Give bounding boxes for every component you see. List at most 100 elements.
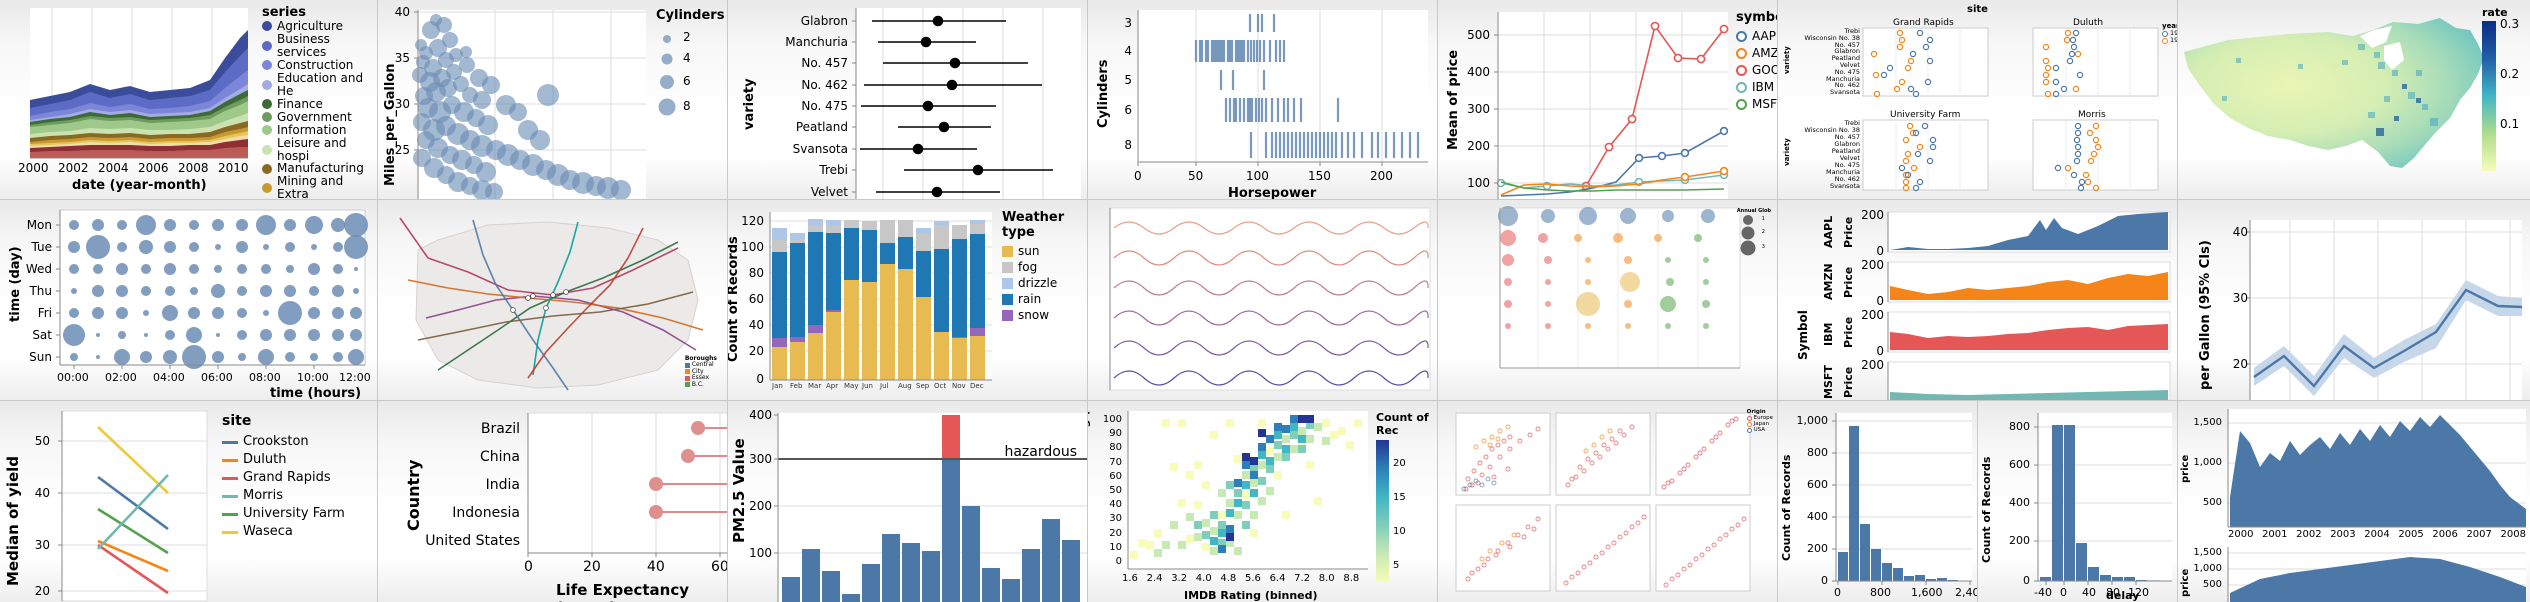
x-tick-list: 2000 2001 2002 2003 2004 2005 2006 2007 … <box>2228 529 2526 540</box>
xtick: 3.2 <box>1171 573 1188 584</box>
chart-punchcard-github[interactable]: Mon Tue Wed Thu Fri Sat Sun time (day) 0… <box>0 200 378 400</box>
legend-item[interactable]: sun <box>1002 245 1087 258</box>
legend-item[interactable]: 1 <box>1737 214 1771 226</box>
chart-dumbbell-life-expectancy[interactable]: Brazil China India Indonesia United Stat… <box>378 401 728 602</box>
y-axis-label: Median of yield <box>4 455 22 586</box>
chart-trellis-barley-sites[interactable]: site Grand Rapids Duluth University Farm… <box>1778 0 2178 199</box>
chart-scatter-matrix-cars[interactable]: Origin Europe Japan USA <box>1438 401 1778 602</box>
legend-item[interactable]: Finance <box>262 96 377 111</box>
chart-ridgeline-trellis[interactable] <box>1088 200 1438 400</box>
legend-count[interactable]: Count of Rec 20 15 10 5 <box>1376 411 1437 582</box>
legend-symbol[interactable]: symbol AAPL AMZN GOOG IBM MSFT <box>1736 10 1777 111</box>
legend-item[interactable]: Education and He <box>262 70 377 98</box>
legend-item[interactable]: Waseca <box>222 525 345 539</box>
legend-item[interactable]: snow <box>1002 308 1087 322</box>
legend-item[interactable]: Mining and Extra <box>262 175 377 199</box>
legend-item[interactable]: Duluth <box>222 452 345 467</box>
legend-item[interactable]: Agriculture <box>262 19 377 33</box>
legend-item[interactable]: Construction <box>262 58 377 72</box>
ring-icon <box>1746 422 1752 428</box>
chart-choropleth-us-unemployment[interactable]: rate 0.3 0.2 0.1 <box>2178 0 2530 199</box>
color-ramp <box>2482 21 2496 171</box>
chart-stacked-area-unemployment[interactable]: 2000 2002 2004 2006 2008 2010 date (year… <box>0 0 378 199</box>
y-tick-list: Trebi Wisconsin No. 38 No. 457 Glabron P… <box>1792 120 1860 190</box>
chart-stacked-bar-weather[interactable]: 120 100 80 60 40 20 0 Count of Records J… <box>728 200 1088 400</box>
legend-label: Agriculture <box>277 19 343 33</box>
legend-label: fog <box>1018 259 1038 274</box>
facet-label: University Farm <box>1890 110 1961 120</box>
legend-item[interactable]: 2 <box>1737 226 1771 240</box>
size-dot-icon <box>1741 226 1755 240</box>
legend-label: Education and He <box>277 70 364 98</box>
legend-cylinders[interactable]: Cylinders 2 4 6 8 <box>656 8 724 117</box>
legend-global[interactable]: Annual Glob 1 2 3 <box>1737 208 1771 256</box>
legend-year[interactable]: year 1931 1932 <box>2162 22 2177 44</box>
legend-item[interactable]: Morris <box>222 489 345 503</box>
ytick: 0 <box>1876 294 1884 308</box>
ytick: Indonesia <box>452 505 520 521</box>
chart-histogram-flight-distance[interactable]: 1,000 800 600 400 200 0 Count of Records… <box>1778 401 1978 602</box>
x-axis-label: delay (binned) <box>2106 589 2140 602</box>
xtick: 12:00 <box>339 371 371 384</box>
chart-heatmap-movies-ratings[interactable]: 100 90 80 70 60 50 40 30 20 10 0 Rotten … <box>1088 401 1438 602</box>
chart-errorbar-barley-variety[interactable]: Glabron Manchuria No. 457 No. 462 No. 47… <box>728 0 1088 199</box>
legend-item[interactable]: 6 <box>656 71 724 91</box>
xtick: 2005 <box>2398 529 2424 540</box>
legend-item[interactable]: Information <box>262 123 377 137</box>
legend-item[interactable]: 2 <box>656 29 724 45</box>
legend-item[interactable]: Crookston <box>222 434 345 449</box>
legend-item[interactable]: B.C. <box>684 381 717 388</box>
chart-londontube-map[interactable]: Boroughs Central City Essex B.C. <box>378 200 728 400</box>
ytick: 100 <box>1467 176 1490 190</box>
legend-weather-type[interactable]: Weather type sun fog drizzle rain snow <box>1002 210 1087 322</box>
legend-origin[interactable]: Origin Europe Japan USA <box>1746 409 1773 434</box>
chart-horizon-stocks-price[interactable]: Symbol 200 0 200 0 200 0 200 Price Price… <box>1778 200 2178 400</box>
facet-label: IBM <box>1822 322 1835 346</box>
legend-title: series <box>262 5 306 20</box>
legend-label: GOOG <box>1752 62 1777 77</box>
legend-series[interactable]: series Agriculture Business services Con… <box>262 5 377 199</box>
facet-title: site <box>1967 4 1988 15</box>
line-icon <box>222 476 238 480</box>
legend-item[interactable]: drizzle <box>1002 276 1087 290</box>
chart-bar-pm25-threshold[interactable]: 400 300 200 100 PM2.5 Value hazardous <box>728 401 1088 602</box>
legend-item[interactable]: GOOG <box>1736 62 1777 77</box>
chart-line-ci-mpg[interactable]: 40 30 20 per Gallon (95% CIs) <box>2178 200 2530 400</box>
legend-item[interactable]: Leisure and hospi <box>262 136 377 163</box>
legend-item[interactable]: University Farm <box>222 507 345 521</box>
legend-item[interactable]: 3 <box>1737 240 1771 256</box>
xtick: 8.8 <box>1343 573 1360 584</box>
xtick: Apr <box>826 382 839 390</box>
facet-label: Morris <box>2078 110 2106 120</box>
legend-item[interactable]: AMZN <box>1736 46 1777 60</box>
xtick: 150 <box>1308 169 1331 183</box>
ring-icon <box>2162 37 2168 44</box>
legend-item[interactable]: 8 <box>656 95 724 117</box>
y-axis-label: Count of Records <box>1780 454 1793 561</box>
legend-item[interactable]: Business services <box>262 32 377 59</box>
legend-label: Finance <box>277 96 323 111</box>
chart-line-stocks-mean-price[interactable]: 500 400 300 200 100 Mean of price symbol… <box>1438 0 1778 199</box>
chart-slope-barley-yield[interactable]: 50 40 30 20 Median of yield site Crookst… <box>0 401 378 602</box>
chart-histogram-flight-delay[interactable]: 800 600 400 200 0 Count of Records -40 0… <box>1978 401 2178 602</box>
ytick: 1,000 <box>1796 414 1829 427</box>
legend-item[interactable]: AAPL <box>1736 30 1777 43</box>
xtick: 8.0 <box>1318 573 1335 584</box>
legend-item[interactable]: Government <box>262 110 377 124</box>
chart-bubble-matrix-global[interactable]: Annual Glob 1 2 3 <box>1438 200 1778 400</box>
swatch-icon <box>262 40 272 51</box>
legend-item[interactable]: USA <box>1746 427 1773 434</box>
legend-item[interactable]: rain <box>1002 292 1087 306</box>
legend-site[interactable]: site Crookston Duluth Grand Rapids Morri… <box>222 413 345 539</box>
legend-rate[interactable]: rate 0.3 0.2 0.1 <box>2482 6 2524 171</box>
legend-item[interactable]: 4 <box>656 49 724 67</box>
chart-scatter-cars-mpg[interactable]: 40 35 30 25 Miles_per_Gallon Cylinders 2… <box>378 0 728 199</box>
legend-item[interactable]: Grand Rapids <box>222 471 345 485</box>
legend-item[interactable]: 1932 <box>2162 36 2177 44</box>
legend-item[interactable]: IBM <box>1736 80 1777 94</box>
chart-tick-cars-horsepower[interactable]: 3 4 5 6 8 Cylinders 0 50 100 150 200 Hor… <box>1088 0 1438 199</box>
legend-item[interactable]: MSFT <box>1736 97 1777 111</box>
chart-area-price-overview-detail[interactable]: 1,500 1,000 500 price 1,500 1,000 500 pr… <box>2178 401 2530 602</box>
legend-item[interactable]: fog <box>1002 259 1087 274</box>
legend-boroughs[interactable]: Boroughs Central City Essex B.C. <box>684 355 717 388</box>
